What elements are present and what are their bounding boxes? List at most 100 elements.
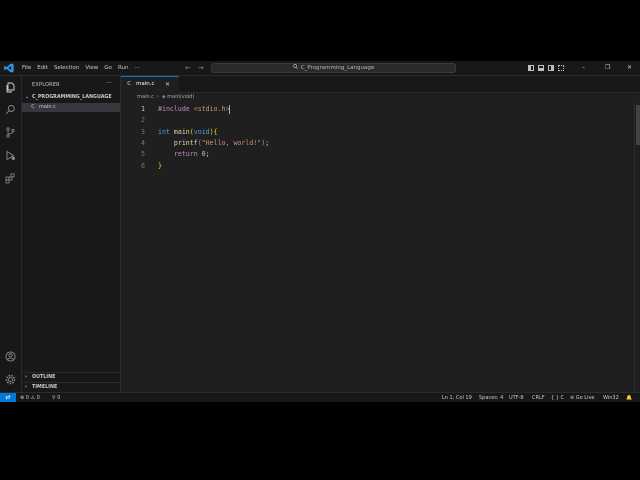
forward-arrow-icon[interactable]: → xyxy=(198,61,204,75)
breadcrumb-file[interactable]: main.c xyxy=(137,93,154,102)
breadcrumb: main.c › ◈ main(void) xyxy=(137,93,194,102)
code-token: } xyxy=(158,161,162,170)
text-cursor xyxy=(229,104,231,114)
activity-bar xyxy=(0,76,22,392)
breadcrumb-separator: › xyxy=(156,94,159,100)
code-token: ; xyxy=(205,150,210,159)
code-text: return 0; xyxy=(158,149,210,160)
line-number: 1 xyxy=(141,105,145,113)
menu-file[interactable]: File xyxy=(19,61,34,75)
encoding-setting[interactable]: UTF-8 xyxy=(509,393,524,402)
explorer-more-actions-button[interactable]: ··· xyxy=(106,80,112,87)
code-line[interactable]: 3 int main(void){ xyxy=(121,127,635,138)
search-icon[interactable] xyxy=(5,104,16,115)
customize-layout-icon[interactable] xyxy=(558,65,564,71)
code-editor[interactable]: 1 #include <stdio.h> 2 3 int main(void){4 pr… xyxy=(121,103,635,392)
close-tab-icon[interactable]: ✕ xyxy=(165,77,170,92)
line-number: 3 xyxy=(141,127,145,136)
eol-setting[interactable]: CRLF xyxy=(532,393,545,402)
menu-go[interactable]: Go xyxy=(101,61,115,75)
code-token: void xyxy=(193,127,210,136)
outline-label: OUTLINE xyxy=(32,375,56,380)
toggle-primary-sidebar-icon[interactable] xyxy=(528,65,534,71)
toggle-secondary-sidebar-icon[interactable] xyxy=(548,65,554,71)
maximize-button[interactable]: ❐ xyxy=(605,61,610,75)
code-token: <stdio.h> xyxy=(193,105,230,113)
vscode-window: File Edit Selection View Go Run ··· ← → … xyxy=(0,61,640,402)
accounts-icon[interactable] xyxy=(5,351,16,362)
code-text: #include <stdio.h> xyxy=(158,104,231,115)
language-mode[interactable]: { } C xyxy=(551,393,564,402)
line-number: 2 xyxy=(141,116,145,125)
menu-more[interactable]: ··· xyxy=(131,61,142,75)
ports-indicator[interactable]: ⚲ 0 xyxy=(52,393,60,402)
cursor-position[interactable]: Ln 1, Col 19 xyxy=(442,393,472,402)
code-token: main xyxy=(173,127,190,136)
code-text: printf("Hello, world!"); xyxy=(158,138,269,149)
vscode-logo-icon xyxy=(4,63,14,73)
code-token: ; xyxy=(265,138,270,147)
breadcrumb-symbol-label: main(void) xyxy=(167,94,195,100)
back-arrow-icon[interactable]: ← xyxy=(185,61,191,75)
code-token: return xyxy=(158,150,202,159)
search-icon xyxy=(292,64,298,69)
command-center-text: C_Programming_Language xyxy=(300,65,375,71)
notifications-bell-icon[interactable]: 🔔 xyxy=(626,393,632,402)
go-live-button[interactable]: ⊚ Go Live xyxy=(570,393,595,402)
manage-gear-icon[interactable] xyxy=(5,374,16,385)
explorer-icon[interactable] xyxy=(5,82,16,93)
tab-label: main.c xyxy=(136,81,155,87)
extensions-icon[interactable] xyxy=(5,173,16,184)
title-bar: File Edit Selection View Go Run ··· ← → … xyxy=(0,61,640,76)
command-center-search[interactable]: C_Programming_Language xyxy=(211,63,456,73)
code-token: printf xyxy=(158,138,198,147)
code-token: { xyxy=(213,127,218,136)
problems-indicator[interactable]: ⊗ 0 ⚠ 0 xyxy=(20,393,40,402)
code-token: int xyxy=(158,127,174,136)
c-file-icon: C xyxy=(31,104,35,110)
chevron-right-icon: › xyxy=(25,385,27,390)
code-line[interactable]: 5 return 0; xyxy=(121,149,635,160)
menu-run[interactable]: Run xyxy=(115,61,132,75)
file-item-main-c[interactable]: C main.c xyxy=(22,103,120,112)
line-number: 5 xyxy=(141,150,145,159)
navigation-arrows: ← → xyxy=(185,61,204,75)
chevron-down-icon: ⌄ xyxy=(25,95,30,100)
menu-edit[interactable]: Edit xyxy=(34,61,51,75)
tab-main-c[interactable]: C main.c ✕ xyxy=(121,76,179,93)
indentation-setting[interactable]: Spaces: 4 xyxy=(479,393,503,402)
minimize-button[interactable]: – xyxy=(582,61,585,75)
outline-section[interactable]: › OUTLINE xyxy=(22,372,120,382)
workspace-folder-name: C_PROGRAMMING_LANGUAGE xyxy=(32,95,112,100)
source-control-icon[interactable] xyxy=(5,127,16,138)
close-window-button[interactable]: ✕ xyxy=(627,61,632,75)
explorer-sidebar: EXPLORER ··· ⌄ C_PROGRAMMING_LANGUAGE C … xyxy=(22,76,121,392)
code-line[interactable]: 4 printf("Hello, world!"); xyxy=(121,138,635,149)
code-line[interactable]: 1 #include <stdio.h> xyxy=(121,104,635,115)
toggle-panel-icon[interactable] xyxy=(538,65,544,71)
menu-bar: File Edit Selection View Go Run ··· xyxy=(19,61,143,75)
menu-selection[interactable]: Selection xyxy=(51,61,82,75)
workspace-folder[interactable]: ⌄ C_PROGRAMMING_LANGUAGE xyxy=(22,93,120,102)
editor-tab-bar: C main.c ✕ ▷ ⌄ ⚙ ◫ ··· xyxy=(121,76,640,93)
code-line[interactable]: 6} xyxy=(121,161,635,172)
timeline-label: TIMELINE xyxy=(32,385,58,390)
remote-window-icon[interactable]: ⇄ xyxy=(0,393,16,402)
line-number: 6 xyxy=(141,161,145,170)
platform-indicator[interactable]: Win32 xyxy=(603,393,619,402)
code-line[interactable]: 2 xyxy=(121,115,635,126)
timeline-section[interactable]: › TIMELINE xyxy=(22,382,120,392)
function-symbol-icon: ◈ xyxy=(161,94,166,100)
code-text: } xyxy=(158,161,162,172)
editor-scrollbar[interactable] xyxy=(634,103,640,392)
sidebar-title: EXPLORER xyxy=(32,82,60,88)
status-bar: ⇄ ⊗ 0 ⚠ 0 ⚲ 0 Ln 1, Col 19 Spaces: 4 UTF… xyxy=(0,392,640,402)
menu-view[interactable]: View xyxy=(82,61,101,75)
c-file-icon: C xyxy=(127,81,132,87)
code-text: int main(void){ xyxy=(158,127,218,138)
layout-controls xyxy=(528,61,564,75)
breadcrumb-symbol[interactable]: ◈ main(void) xyxy=(162,93,194,102)
code-token: #include xyxy=(158,105,194,113)
run-and-debug-icon[interactable] xyxy=(5,150,16,161)
scrollbar-thumb[interactable] xyxy=(636,105,640,145)
